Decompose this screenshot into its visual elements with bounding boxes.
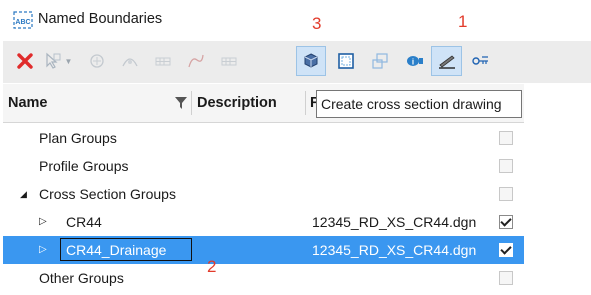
row-name: Cross Section Groups: [39, 186, 176, 202]
chevron-down-icon: ▼: [64, 56, 73, 66]
grid-row-cross-section-groups[interactable]: ◢ Cross Section Groups: [3, 180, 524, 208]
svg-text:i: i: [412, 58, 414, 67]
grid-row-cr44-drainage[interactable]: ▷ CR44_Drainage 12345_RD_XS_CR44.dgn: [3, 236, 524, 264]
grayed-shape-icon: [122, 58, 138, 67]
expand-triangle-icon[interactable]: ▷: [39, 208, 47, 236]
tool-3-button[interactable]: [82, 46, 112, 76]
collapse-triangle-icon[interactable]: ◢: [20, 180, 27, 208]
row-checkbox[interactable]: [499, 131, 513, 145]
grayed-frame-icon: [372, 53, 388, 69]
row-checkbox[interactable]: [499, 271, 513, 285]
filter-icon[interactable]: [175, 97, 187, 109]
grid-row-profile-groups[interactable]: Profile Groups: [3, 152, 524, 180]
toolbar: ▼ i: [3, 41, 591, 83]
svg-text:ABC: ABC: [15, 19, 30, 26]
annotation-number-1: 1: [458, 12, 468, 31]
tool-12-button[interactable]: [431, 46, 462, 76]
window-title: Named Boundaries: [38, 11, 163, 27]
row-name: Plan Groups: [39, 130, 117, 146]
create-cross-section-drawing-button[interactable]: [296, 46, 326, 76]
row-name: Profile Groups: [39, 158, 129, 174]
grid-row-cr44[interactable]: ▷ CR44 12345_RD_XS_CR44.dgn: [3, 208, 524, 236]
row-file: 12345_RD_XS_CR44.dgn: [312, 242, 477, 258]
select-tool-button[interactable]: ▼: [39, 46, 77, 76]
column-separator: [191, 91, 192, 115]
expand-triangle-icon[interactable]: ▷: [39, 236, 47, 264]
pencil-icon: [438, 55, 455, 69]
named-boundaries-app-icon: ABC: [13, 11, 33, 29]
tool-7-button[interactable]: [214, 46, 244, 76]
tool-6-button[interactable]: [181, 46, 211, 76]
grayed-table-icon: [221, 57, 237, 66]
column-separator: [305, 91, 306, 115]
annotation-number-2: 2: [207, 257, 217, 276]
red-x-icon: [17, 53, 33, 69]
key-icon: [472, 56, 488, 65]
grid-row-plan-groups[interactable]: Plan Groups: [3, 124, 524, 152]
row-name: Other Groups: [39, 270, 124, 286]
title-bar: ABC Named Boundaries: [0, 0, 591, 38]
cross-section-cube-icon: [304, 53, 318, 68]
row-checkbox[interactable]: [499, 187, 513, 201]
tool-4-button[interactable]: [115, 46, 145, 76]
selection-icon: [45, 52, 61, 69]
row-file: 12345_RD_XS_CR44.dgn: [312, 214, 477, 230]
row-name: CR44_Drainage: [66, 242, 167, 258]
column-header-name[interactable]: Name: [8, 84, 48, 122]
grayed-curve-icon: [188, 54, 204, 68]
row-checkbox[interactable]: [499, 243, 513, 257]
tool-5-button[interactable]: [148, 46, 178, 76]
column-header-description[interactable]: Description: [197, 84, 277, 122]
grayed-shape-icon: [90, 54, 104, 68]
row-checkbox[interactable]: [499, 215, 513, 229]
row-name: CR44: [66, 214, 102, 230]
tool-10-button[interactable]: [365, 46, 395, 76]
tool-9-button[interactable]: [331, 46, 361, 76]
info-icon: i: [407, 56, 423, 67]
boundary-frame-icon: [338, 53, 354, 69]
tool-13-button[interactable]: [465, 46, 495, 76]
row-checkbox[interactable]: [499, 159, 513, 173]
annotation-number-3: 3: [312, 14, 322, 33]
tooltip: Create cross section drawing: [316, 90, 522, 118]
grayed-table-icon: [155, 57, 171, 66]
grid-row-other-groups[interactable]: Other Groups: [3, 264, 524, 292]
delete-button[interactable]: [10, 46, 40, 76]
tool-11-button[interactable]: i: [400, 46, 430, 76]
